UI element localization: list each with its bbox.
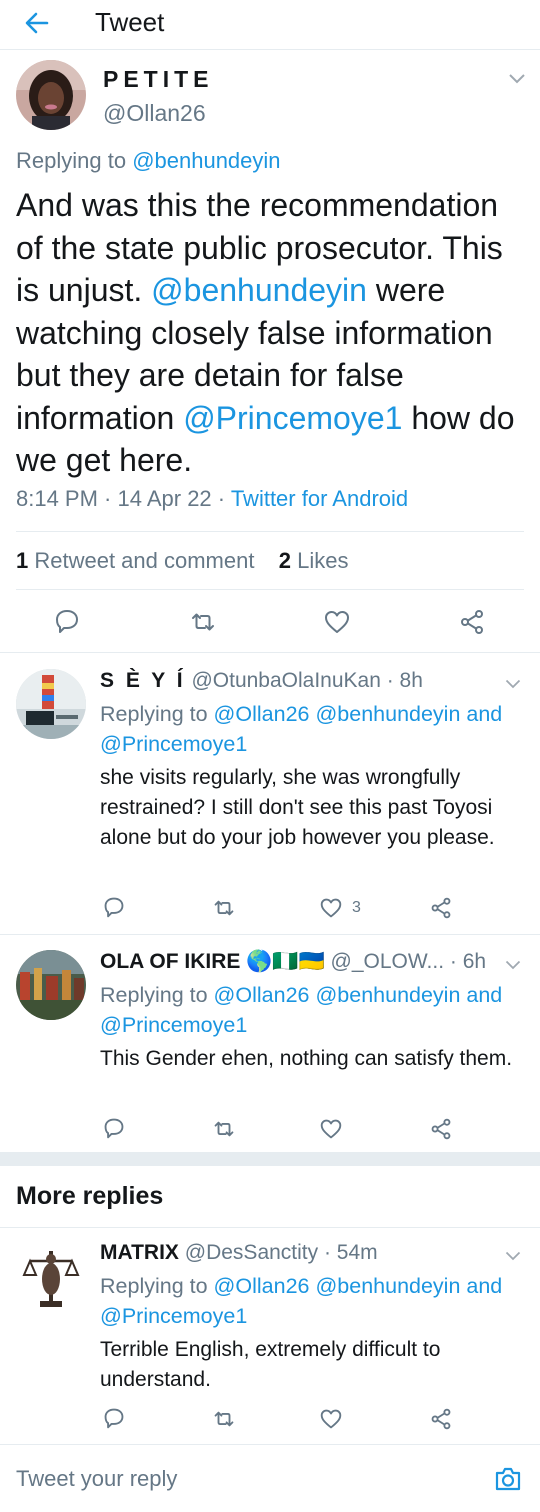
- reply-avatar[interactable]: [16, 1241, 86, 1311]
- reply-icon[interactable]: [103, 1407, 125, 1429]
- top-app-bar: Tweet: [0, 0, 540, 50]
- chevron-down-icon[interactable]: [508, 72, 526, 84]
- reply-avatar[interactable]: [16, 950, 86, 1020]
- replying-to-line: Replying to @Ollan26 @benhundeyin and @P…: [100, 699, 530, 759]
- reply-display-name: MATRIX: [100, 1241, 179, 1264]
- replying-to-prefix: Replying to: [16, 148, 133, 173]
- retweet-icon[interactable]: [190, 609, 216, 635]
- retweet-icon[interactable]: [213, 1118, 235, 1140]
- more-replies-heading: More replies: [16, 1182, 164, 1210]
- mention-link[interactable]: @benhundeyin: [151, 272, 367, 308]
- like-count: 3: [352, 899, 361, 916]
- divider: [16, 589, 524, 590]
- retweet-count: 1: [16, 548, 29, 573]
- divider: [0, 934, 540, 935]
- section-separator: [0, 1152, 540, 1166]
- retweet-icon[interactable]: [213, 897, 235, 919]
- divider: [0, 1227, 540, 1228]
- tweet-text: And was this the recommendation of the s…: [16, 184, 531, 482]
- like-count: 2: [278, 548, 291, 573]
- reply-text: This Gender ehen, nothing can satisfy th…: [100, 1047, 513, 1070]
- replying-to-line: Replying to @Ollan26 @benhundeyin and @P…: [100, 980, 530, 1040]
- replying-to-line: Replying to @benhundeyin: [16, 148, 281, 174]
- like-label: Likes: [290, 548, 349, 573]
- flag-emojis: 🌎🇳🇬🇺🇦: [246, 950, 325, 973]
- like-stat[interactable]: 2 Likes: [279, 548, 349, 573]
- divider: [0, 652, 540, 653]
- reply-author[interactable]: OLA OF IKIRE 🌎🇳🇬🇺🇦 @_OLOW... · 6h: [100, 950, 486, 974]
- tweet-stats: 1 Retweet and comment 2 Likes: [16, 548, 348, 574]
- replying-to-prefix: Replying to: [100, 983, 214, 1007]
- retweet-icon[interactable]: [213, 1408, 235, 1430]
- author-handle[interactable]: @Ollan26: [103, 100, 206, 127]
- chevron-down-icon[interactable]: [505, 1248, 521, 1261]
- like-heart-icon[interactable]: [320, 897, 342, 919]
- reply-icon[interactable]: [103, 1117, 125, 1139]
- reply-icon[interactable]: [103, 896, 125, 918]
- author-display-name[interactable]: PETITE: [103, 66, 214, 93]
- reply-author[interactable]: S È Y Í @OtunbaOlaInuKan · 8h: [100, 669, 423, 693]
- reply-icon[interactable]: [54, 608, 80, 634]
- share-icon[interactable]: [459, 609, 485, 635]
- tweet-timestamp: 8:14 PM · 14 Apr 22 ·: [16, 486, 231, 511]
- mention-link[interactable]: @Princemoye1: [183, 400, 402, 436]
- reply-author[interactable]: MATRIX @DesSanctity · 54m: [100, 1241, 378, 1265]
- like-heart-icon[interactable]: [320, 1118, 342, 1140]
- reply-display-name: S È Y Í: [100, 669, 186, 692]
- reply-handle-time: @_OLOW... · 6h: [324, 950, 487, 973]
- reply-input-placeholder[interactable]: Tweet your reply: [16, 1466, 177, 1492]
- chevron-down-icon[interactable]: [505, 676, 521, 689]
- reply-handle-time: @DesSanctity · 54m: [178, 1241, 378, 1264]
- replying-to-link[interactable]: @benhundeyin: [132, 148, 280, 173]
- tweet-meta: 8:14 PM · 14 Apr 22 · Twitter for Androi…: [16, 486, 408, 512]
- back-arrow-icon[interactable]: [22, 8, 52, 38]
- tweet-source-link[interactable]: Twitter for Android: [231, 486, 408, 511]
- divider: [16, 531, 524, 532]
- reply-text: she visits regularly, she was wrongfully…: [100, 766, 495, 849]
- page-title: Tweet: [95, 7, 165, 37]
- share-icon[interactable]: [430, 1118, 452, 1140]
- chevron-down-icon[interactable]: [505, 957, 521, 970]
- replying-to-prefix: Replying to: [100, 702, 214, 726]
- reply-handle-time: @OtunbaOlaInuKan · 8h: [191, 669, 423, 692]
- retweet-label: Retweet and comment: [28, 548, 255, 573]
- replying-to-prefix: Replying to: [100, 1274, 214, 1298]
- like-heart-icon[interactable]: [324, 609, 350, 635]
- like-heart-icon[interactable]: [320, 1408, 342, 1430]
- author-avatar[interactable]: [16, 60, 86, 130]
- replying-to-line: Replying to @Ollan26 @benhundeyin and @P…: [100, 1271, 530, 1331]
- reply-avatar[interactable]: [16, 669, 86, 739]
- retweet-stat[interactable]: 1 Retweet and comment: [16, 548, 254, 573]
- share-icon[interactable]: [430, 897, 452, 919]
- camera-icon[interactable]: [494, 1466, 522, 1492]
- share-icon[interactable]: [430, 1408, 452, 1430]
- reply-text: Terrible English, extremely difficult to…: [100, 1338, 441, 1391]
- reply-display-name: OLA OF IKIRE: [100, 950, 241, 973]
